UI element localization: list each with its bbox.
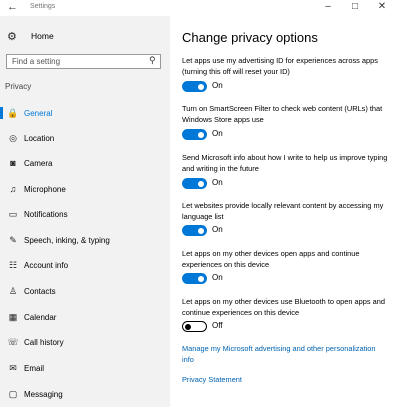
- sidebar-item-label: Notifications: [24, 209, 68, 219]
- email-icon: ✉: [9, 362, 17, 373]
- sidebar-item-label: Camera: [24, 158, 53, 168]
- speech-icon: ✎: [9, 234, 17, 245]
- language-list-toggle[interactable]: [182, 225, 207, 236]
- sidebar-item-label: Speech, inking, & typing: [24, 235, 110, 245]
- sidebar-item-label: Contacts: [24, 286, 56, 296]
- typing-info-toggle[interactable]: [182, 178, 207, 189]
- toggle-knob: [198, 180, 204, 187]
- sidebar: ⚙ Home ⚲ Privacy 🔒 General ◎ Location ◙ …: [0, 16, 170, 407]
- toggle-knob: [198, 227, 204, 234]
- page-title: Change privacy options: [182, 30, 318, 45]
- privacy-statement-link[interactable]: Privacy Statement: [182, 374, 382, 385]
- location-icon: ◎: [9, 132, 17, 143]
- gear-icon: ⚙: [7, 30, 17, 43]
- sidebar-item-label: Microphone: [24, 184, 66, 194]
- toggle-state-label: On: [212, 129, 223, 138]
- sidebar-item-label: Location: [24, 133, 55, 143]
- setting-typing-info-description: Send Microsoft info about how I write to…: [182, 153, 388, 173]
- sidebar-item-label: General: [24, 108, 53, 118]
- sidebar-item-label: Account info: [24, 260, 69, 270]
- toggle-state-label: On: [212, 178, 223, 187]
- toggle-state-label: On: [212, 225, 223, 234]
- sidebar-item-calendar[interactable]: ▦ Calendar: [0, 308, 170, 326]
- sidebar-item-label: Messaging: [24, 389, 63, 399]
- home-label: Home: [31, 31, 54, 41]
- selection-indicator: [0, 107, 3, 119]
- setting-advertising-id-description: Let apps use my advertising ID for exper…: [182, 56, 378, 76]
- sidebar-item-microphone[interactable]: ♫ Microphone: [0, 180, 170, 198]
- toggle-knob: [198, 275, 204, 282]
- section-heading: Privacy: [5, 82, 32, 91]
- toggle-knob: [198, 83, 204, 90]
- sidebar-item-label: Email: [24, 363, 45, 373]
- sidebar-item-label: Call history: [24, 337, 64, 347]
- sidebar-item-general[interactable]: 🔒 General: [0, 104, 170, 122]
- setting-language-list-description: Let websites provide locally relevant co…: [182, 201, 384, 221]
- smartscreen-toggle[interactable]: [182, 129, 207, 140]
- sidebar-item-speech[interactable]: ✎ Speech, inking, & typing: [0, 231, 170, 249]
- manage-advertising-link[interactable]: Manage my Microsoft advertising and othe…: [182, 343, 382, 365]
- setting-smartscreen-description: Turn on SmartScreen Filter to check web …: [182, 104, 383, 124]
- setting-other-devices-description: Let apps on my other devices open apps a…: [182, 249, 360, 269]
- contacts-icon: ♙: [8, 285, 18, 296]
- toggle-state-label: Off: [212, 321, 223, 330]
- toggle-knob: [198, 131, 204, 138]
- sidebar-item-camera[interactable]: ◙ Camera: [0, 154, 170, 172]
- lock-icon: 🔒: [7, 107, 19, 118]
- sidebar-item-messaging[interactable]: ▢ Messaging: [0, 385, 170, 403]
- title-bar: ← Settings – □ ✕: [0, 0, 396, 16]
- messaging-icon: ▢: [8, 388, 18, 399]
- toggle-state-label: On: [212, 81, 223, 90]
- sidebar-item-contacts[interactable]: ♙ Contacts: [0, 282, 170, 300]
- toggle-knob: [185, 323, 191, 330]
- window-title: Settings: [30, 3, 56, 10]
- sidebar-item-email[interactable]: ✉ Email: [0, 359, 170, 377]
- sidebar-item-account-info[interactable]: ☷ Account info: [0, 256, 170, 274]
- sidebar-item-location[interactable]: ◎ Location: [0, 129, 170, 147]
- camera-icon: ◙: [10, 158, 16, 168]
- close-button[interactable]: ✕: [370, 1, 394, 13]
- bluetooth-toggle[interactable]: [182, 321, 207, 332]
- setting-bluetooth-description: Let apps on my other devices use Bluetoo…: [182, 297, 385, 317]
- search-input[interactable]: [12, 56, 142, 67]
- sidebar-item-label: Calendar: [24, 312, 57, 322]
- home-link[interactable]: ⚙ Home: [7, 29, 54, 43]
- call-history-icon: ☏: [7, 336, 19, 347]
- calendar-icon: ▦: [8, 311, 18, 322]
- advertising-id-toggle[interactable]: [182, 81, 207, 92]
- sidebar-item-call-history[interactable]: ☏ Call history: [0, 333, 170, 351]
- other-devices-toggle[interactable]: [182, 273, 207, 284]
- maximize-button[interactable]: □: [343, 1, 367, 13]
- minimize-button[interactable]: –: [316, 1, 340, 13]
- microphone-icon: ♫: [9, 184, 17, 194]
- back-arrow-icon[interactable]: ←: [7, 1, 18, 13]
- search-icon[interactable]: ⚲: [149, 55, 156, 66]
- sidebar-item-notifications[interactable]: ▭ Notifications: [0, 205, 170, 223]
- search-box[interactable]: ⚲: [6, 54, 161, 69]
- notifications-icon: ▭: [8, 208, 18, 219]
- account-icon: ☷: [8, 259, 18, 270]
- toggle-state-label: On: [212, 273, 223, 282]
